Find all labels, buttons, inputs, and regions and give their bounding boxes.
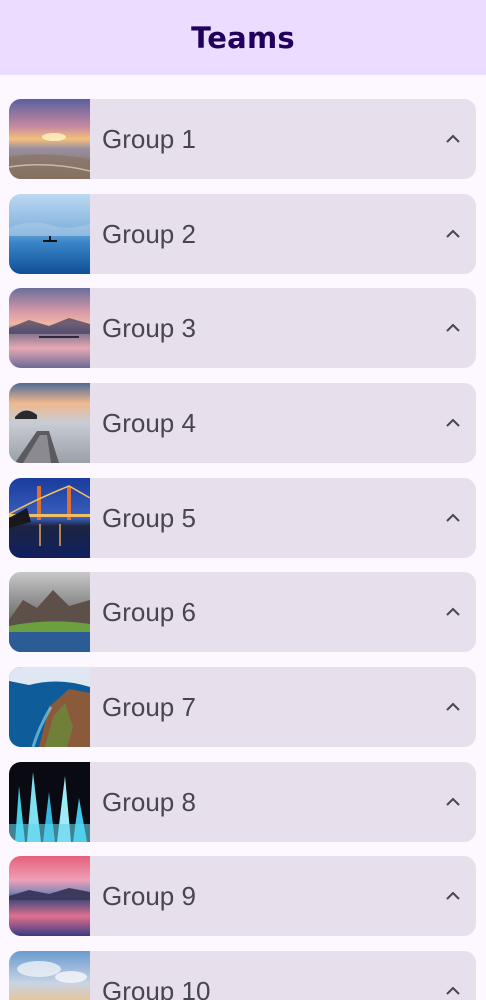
group-title: Group 4 — [102, 408, 196, 438]
group-card-4[interactable]: Group 4 — [9, 383, 476, 463]
group-title: Group 9 — [102, 881, 196, 911]
group-card-6[interactable]: Group 6 — [9, 572, 476, 652]
group-thumbnail — [9, 951, 90, 1000]
chevron-up-icon[interactable] — [444, 414, 462, 432]
group-title: Group 7 — [102, 692, 196, 722]
group-thumbnail — [9, 856, 90, 936]
chevron-up-icon[interactable] — [444, 793, 462, 811]
page-title: Teams — [191, 20, 295, 55]
group-thumbnail — [9, 762, 90, 842]
group-title: Group 3 — [102, 313, 196, 343]
chevron-up-icon[interactable] — [444, 982, 462, 1000]
group-thumbnail — [9, 288, 90, 368]
group-title: Group 10 — [102, 976, 211, 1000]
chevron-up-icon[interactable] — [444, 509, 462, 527]
group-card-2[interactable]: Group 2 — [9, 194, 476, 274]
group-thumbnail — [9, 383, 90, 463]
group-thumbnail — [9, 194, 90, 274]
chevron-up-icon[interactable] — [444, 225, 462, 243]
chevron-up-icon[interactable] — [444, 603, 462, 621]
group-card-9[interactable]: Group 9 — [9, 856, 476, 936]
chevron-up-icon[interactable] — [444, 319, 462, 337]
top-app-bar: Teams — [0, 0, 486, 75]
group-title: Group 1 — [102, 124, 196, 154]
group-title: Group 6 — [102, 597, 196, 627]
chevron-up-icon[interactable] — [444, 887, 462, 905]
group-card-3[interactable]: Group 3 — [9, 288, 476, 368]
group-list[interactable]: Group 1 Group 2 Group 3 Group 4 Group 5 … — [0, 75, 486, 1000]
group-thumbnail — [9, 667, 90, 747]
group-card-1[interactable]: Group 1 — [9, 99, 476, 179]
group-title: Group 2 — [102, 219, 196, 249]
group-thumbnail — [9, 478, 90, 558]
group-title: Group 8 — [102, 787, 196, 817]
group-thumbnail — [9, 572, 90, 652]
chevron-up-icon[interactable] — [444, 130, 462, 148]
group-card-7[interactable]: Group 7 — [9, 667, 476, 747]
group-title: Group 5 — [102, 503, 196, 533]
group-thumbnail — [9, 99, 90, 179]
group-card-10[interactable]: Group 10 — [9, 951, 476, 1000]
group-card-8[interactable]: Group 8 — [9, 762, 476, 842]
chevron-up-icon[interactable] — [444, 698, 462, 716]
group-card-5[interactable]: Group 5 — [9, 478, 476, 558]
